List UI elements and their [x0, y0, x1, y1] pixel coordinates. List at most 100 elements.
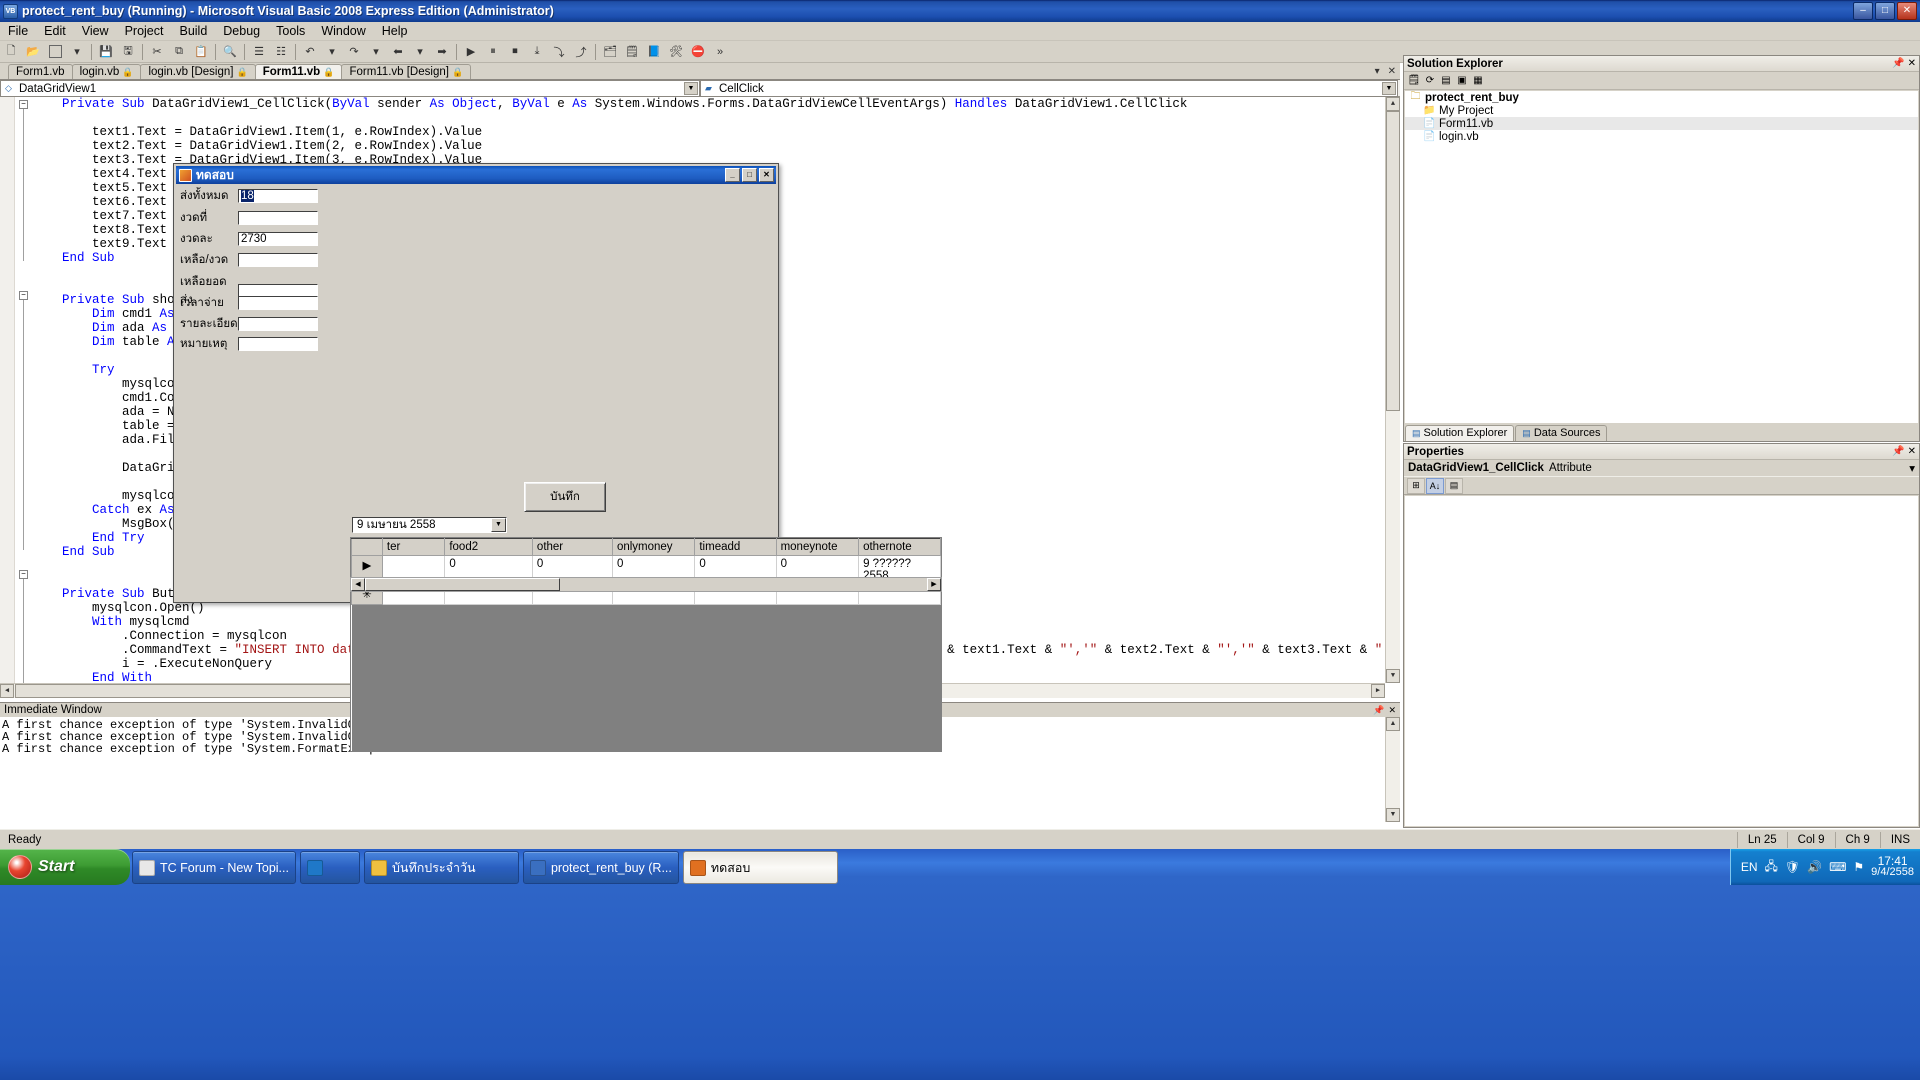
solution-tree-item[interactable]: 📄login.vb [1405, 130, 1918, 143]
properties-object-selector[interactable]: DataGridView1_CellClick Attribute ▾ [1404, 460, 1919, 476]
undo-dropdown-icon[interactable]: ▾ [322, 42, 342, 62]
tab-close-icon[interactable]: ✕ [1384, 66, 1400, 77]
solution-tree[interactable]: 🗀protect_rent_buy📁My Project📄Form11.vb📄l… [1405, 91, 1918, 423]
data-grid-column-header[interactable]: moneynote [776, 539, 859, 556]
error-list-icon[interactable]: ⛔ [688, 42, 708, 62]
solution-explorer-icon[interactable]: 🗂 [600, 42, 620, 62]
outline-toggle[interactable]: − [19, 100, 28, 109]
scroll-right-icon[interactable]: ▶ [1371, 684, 1385, 698]
data-grid-column-header[interactable] [352, 539, 383, 556]
toolbox-icon[interactable]: 🛠 [666, 42, 686, 62]
scroll-right-icon[interactable]: ▶ [927, 578, 941, 591]
step-out-icon[interactable]: ⤴ [571, 42, 591, 62]
step-into-icon[interactable]: ⤓ [527, 42, 547, 62]
taskbar-item-2[interactable]: บันทึกประจำวัน [364, 851, 519, 884]
document-tab-4[interactable]: Form11.vb [Design]🔒 [341, 64, 471, 79]
copy-icon[interactable]: ⧉ [169, 42, 189, 62]
navigate-back-icon[interactable]: ⬅ [388, 42, 408, 62]
object-browser-icon[interactable]: 📘 [644, 42, 664, 62]
stop-debug-icon[interactable]: ⏹ [505, 42, 525, 62]
alphabetical-icon[interactable]: A↓ [1426, 478, 1444, 494]
navigate-back-dropdown-icon[interactable]: ▾ [410, 42, 430, 62]
redo-icon[interactable]: ↷ [344, 42, 364, 62]
document-tab-1[interactable]: login.vb🔒 [72, 64, 142, 79]
taskbar-clock[interactable]: 17:41 9/4/2558 [1871, 856, 1914, 878]
thai-app-window[interactable]: ทดสอบ _ □ ✕ ส่งทั้งหมด18งวดที่งวดละ2730เ… [173, 163, 779, 603]
solution-tree-item[interactable]: 📄Form11.vb [1405, 117, 1918, 130]
toolbar-overflow-icon[interactable]: » [710, 42, 730, 62]
outline-toggle[interactable]: − [19, 291, 28, 300]
close-icon[interactable]: ✕ [1388, 705, 1396, 716]
keyboard-icon[interactable]: ⌨ [1829, 860, 1846, 874]
cut-icon[interactable]: ✂ [147, 42, 167, 62]
member-combo[interactable]: ▰ CellClick ▼ [700, 80, 1398, 97]
step-over-icon[interactable]: ⤵ [549, 42, 569, 62]
outline-toggle[interactable]: − [19, 570, 28, 579]
data-grid-column-header[interactable]: onlymoney [612, 539, 694, 556]
redo-dropdown-icon[interactable]: ▾ [366, 42, 386, 62]
menu-item-tools[interactable]: Tools [268, 22, 313, 40]
menu-item-help[interactable]: Help [374, 22, 416, 40]
pause-debug-icon[interactable]: ⏸ [483, 42, 503, 62]
close-icon[interactable]: ✕ [1908, 446, 1916, 457]
save-all-icon[interactable]: 🖫 [118, 42, 138, 62]
save-button[interactable]: บันทึก [524, 482, 606, 512]
form-field-input[interactable]: 18 [238, 189, 318, 203]
open-file-icon[interactable]: 📂 [23, 42, 43, 62]
scroll-left-icon[interactable]: ◀ [0, 684, 14, 698]
form-field-input[interactable]: 2730 [238, 232, 318, 246]
date-picker[interactable]: 9 เมษายน 2558 ▼ [352, 517, 507, 533]
categorized-icon[interactable]: ⊞ [1407, 478, 1425, 494]
close-icon[interactable]: ✕ [1908, 58, 1916, 69]
refresh-icon[interactable]: ⟳ [1422, 73, 1438, 89]
chevron-down-icon[interactable]: ▼ [491, 518, 506, 532]
minimize-button[interactable]: – [1853, 2, 1873, 20]
data-grid-column-header[interactable]: othernote [859, 539, 941, 556]
solution-tree-item[interactable]: 📁My Project [1405, 104, 1918, 117]
scroll-down-icon[interactable]: ▼ [1386, 669, 1400, 683]
data-grid-view[interactable]: terfood2otheronlymoneytimeaddmoneynoteot… [350, 537, 942, 752]
taskbar-item-4[interactable]: ทดสอบ [683, 851, 838, 884]
navigate-forward-icon[interactable]: ➡ [432, 42, 452, 62]
add-item-icon[interactable] [45, 42, 65, 62]
chevron-down-icon[interactable]: ▼ [684, 82, 698, 95]
form-field-input[interactable] [238, 253, 318, 267]
close-button[interactable]: ✕ [1897, 2, 1917, 20]
maximize-button[interactable]: □ [742, 168, 757, 182]
document-tab-0[interactable]: Form1.vb [8, 64, 73, 79]
start-button[interactable]: Start [0, 849, 130, 885]
chevron-down-icon[interactable]: ▾ [1909, 461, 1915, 475]
panel-tab-1[interactable]: ▤Data Sources [1515, 425, 1607, 441]
menu-item-debug[interactable]: Debug [215, 22, 268, 40]
menu-item-edit[interactable]: Edit [36, 22, 74, 40]
data-grid-column-header[interactable]: other [532, 539, 612, 556]
start-debug-icon[interactable]: ▶ [461, 42, 481, 62]
document-tab-2[interactable]: login.vb [Design]🔒 [140, 64, 255, 79]
menu-item-build[interactable]: Build [171, 22, 215, 40]
properties-icon[interactable]: 🗒 [1406, 73, 1422, 89]
maximize-button[interactable]: □ [1875, 2, 1895, 20]
taskbar-item-0[interactable]: TC Forum - New Topi... [132, 851, 296, 884]
shield-icon[interactable]: ⚑ [1853, 860, 1864, 874]
vertical-scroll-thumb[interactable] [1386, 111, 1400, 411]
data-grid-column-header[interactable]: timeadd [695, 539, 776, 556]
pin-icon[interactable]: 📌 [1892, 446, 1904, 457]
data-grid-column-header[interactable]: food2 [445, 539, 533, 556]
chevron-down-icon[interactable]: ▼ [1382, 82, 1396, 95]
show-all-files-icon[interactable]: ▤ [1438, 73, 1454, 89]
pin-icon[interactable]: 📌 [1892, 58, 1904, 69]
scroll-up-icon[interactable]: ▲ [1386, 97, 1400, 111]
document-tab-3[interactable]: Form11.vb🔒 [255, 64, 343, 79]
undo-icon[interactable]: ↶ [300, 42, 320, 62]
network-icon[interactable]: 🖧 [1765, 857, 1778, 878]
comment-icon[interactable]: ☰ [249, 42, 269, 62]
scroll-up-icon[interactable]: ▲ [1386, 717, 1400, 731]
antivirus-icon[interactable]: 🛡 [1785, 860, 1800, 874]
scroll-down-icon[interactable]: ▼ [1386, 808, 1400, 822]
save-icon[interactable]: 💾 [96, 42, 116, 62]
immediate-vertical-scrollbar[interactable]: ▲ ▼ [1385, 717, 1400, 822]
form-field-input[interactable] [238, 211, 318, 225]
language-indicator[interactable]: EN [1741, 860, 1758, 874]
taskbar-item-1[interactable] [300, 851, 360, 884]
volume-icon[interactable]: 🔊 [1807, 860, 1822, 874]
